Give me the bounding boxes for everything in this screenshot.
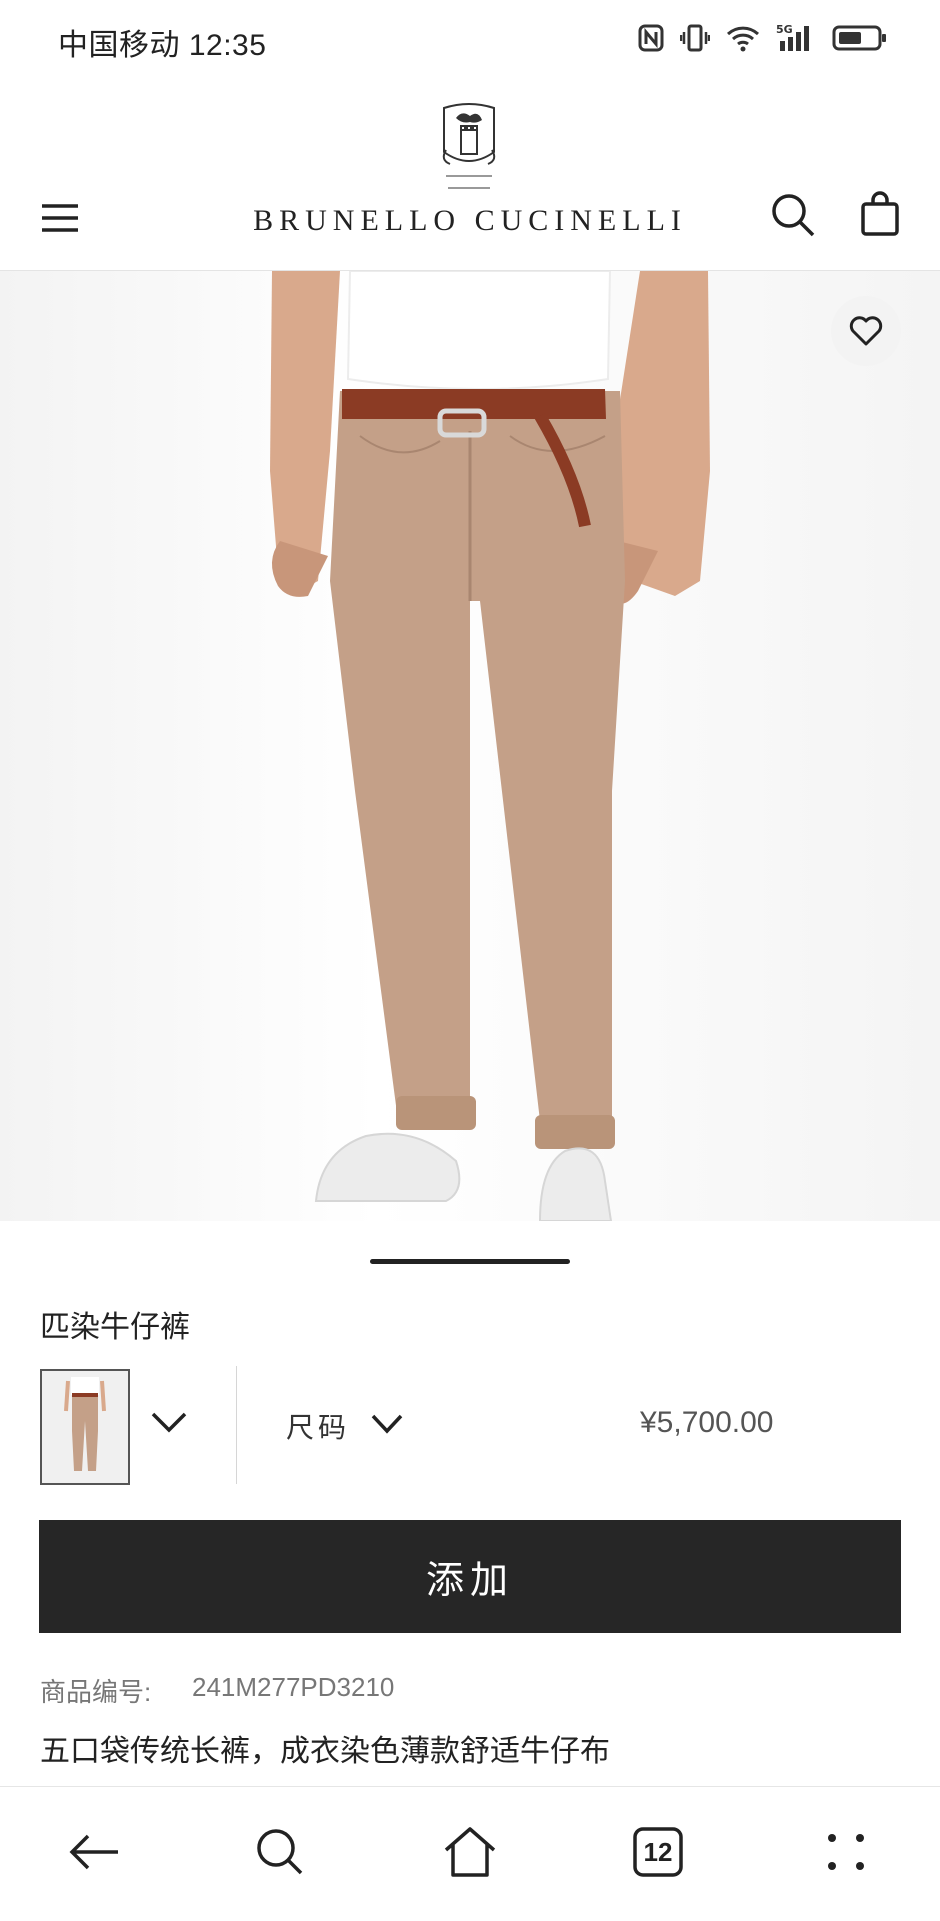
color-variant-thumbnail[interactable] (40, 1369, 130, 1485)
back-arrow-icon (69, 1834, 118, 1870)
back-button[interactable] (64, 1822, 124, 1882)
vibrate-icon (680, 22, 710, 54)
search-icon (257, 1829, 303, 1875)
divider (236, 1366, 237, 1484)
carrier-time: 中国移动 12:35 (58, 29, 267, 62)
shopping-bag-button[interactable] (860, 190, 900, 238)
sku-value: 241M277PD3210 (192, 1672, 395, 1702)
tab-count: 12 (643, 1837, 673, 1867)
5g-signal-icon: 5G (776, 22, 816, 54)
brand-crest-logo[interactable] (436, 100, 502, 196)
product-title: 匹染牛仔裤 (40, 1311, 190, 1344)
menu-button[interactable] (40, 200, 80, 236)
size-dropdown-button[interactable] (370, 1413, 404, 1435)
tabs-icon: 12 (633, 1827, 683, 1877)
network-label: 5G (776, 23, 793, 36)
chevron-down-icon (371, 1414, 403, 1434)
pants-thumbnail-image (42, 1371, 128, 1483)
browser-search-button[interactable] (250, 1822, 310, 1882)
size-selector-label[interactable]: 尺码 (286, 1406, 350, 1446)
add-to-cart-button[interactable]: 添加 (39, 1520, 901, 1633)
search-button[interactable] (770, 192, 816, 238)
status-icons: 5G (638, 22, 888, 54)
product-description: 五口袋传统长裤，成衣染色薄款舒适牛仔布 (40, 1735, 610, 1768)
search-icon (772, 194, 815, 237)
status-bar: 中国移动 12:35 5G (0, 0, 940, 80)
home-button[interactable] (440, 1822, 500, 1882)
nfc-icon (638, 22, 664, 54)
product-image[interactable] (0, 271, 940, 1221)
chevron-down-icon (151, 1412, 187, 1433)
more-icon (828, 1834, 864, 1870)
product-price: ¥5,700.00 (640, 1406, 774, 1439)
favorite-heart-icon (849, 316, 883, 346)
home-icon (444, 1827, 496, 1877)
wifi-icon (726, 22, 760, 54)
menu-icon (42, 204, 78, 232)
tabs-button[interactable]: 12 (628, 1822, 688, 1882)
pants-model-illustration (270, 271, 710, 1221)
battery-icon (832, 22, 888, 54)
shopping-bag-icon (861, 191, 899, 236)
sheet-drag-handle[interactable] (370, 1259, 570, 1264)
color-dropdown-button[interactable] (150, 1410, 188, 1434)
sku-label: 商品编号: (40, 1677, 152, 1707)
favorite-button[interactable] (831, 296, 901, 366)
more-options-button[interactable] (816, 1822, 876, 1882)
